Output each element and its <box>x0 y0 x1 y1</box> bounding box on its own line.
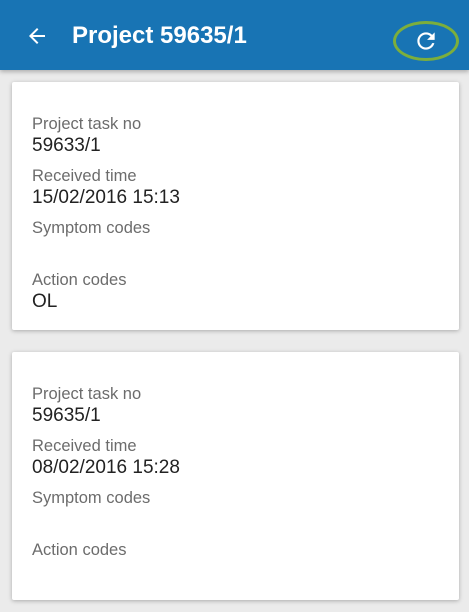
task-list: Project task no 59633/1 Received time 15… <box>0 70 469 612</box>
symptom-codes-value <box>32 508 459 532</box>
project-task-label: Project task no <box>32 115 142 133</box>
task-card[interactable]: Project task no 59635/1 Received time 08… <box>12 352 459 600</box>
action-codes-value <box>32 560 459 584</box>
action-codes-value: OL <box>32 291 58 312</box>
received-time-value: 15/02/2016 15:13 <box>32 187 180 208</box>
app-bar: Project 59635/1 <box>0 0 469 70</box>
refresh-icon <box>417 32 435 50</box>
task-card[interactable]: Project task no 59633/1 Received time 15… <box>12 82 459 330</box>
received-time-label: Received time <box>32 167 137 185</box>
project-task-value: 59633/1 <box>32 135 101 156</box>
project-task-label: Project task no <box>32 385 142 403</box>
arrow-left-icon <box>29 28 45 44</box>
symptom-codes-label: Symptom codes <box>32 219 151 237</box>
symptom-codes-value <box>32 238 459 262</box>
action-codes-label: Action codes <box>32 271 127 289</box>
project-task-value: 59635/1 <box>32 405 101 426</box>
refresh-button[interactable] <box>393 21 459 61</box>
received-time-value: 08/02/2016 15:28 <box>32 457 180 478</box>
symptom-codes-label: Symptom codes <box>32 489 151 507</box>
page-title: Project 59635/1 <box>72 22 247 49</box>
action-codes-label: Action codes <box>32 541 127 559</box>
received-time-label: Received time <box>32 437 137 455</box>
back-button[interactable] <box>18 17 56 55</box>
